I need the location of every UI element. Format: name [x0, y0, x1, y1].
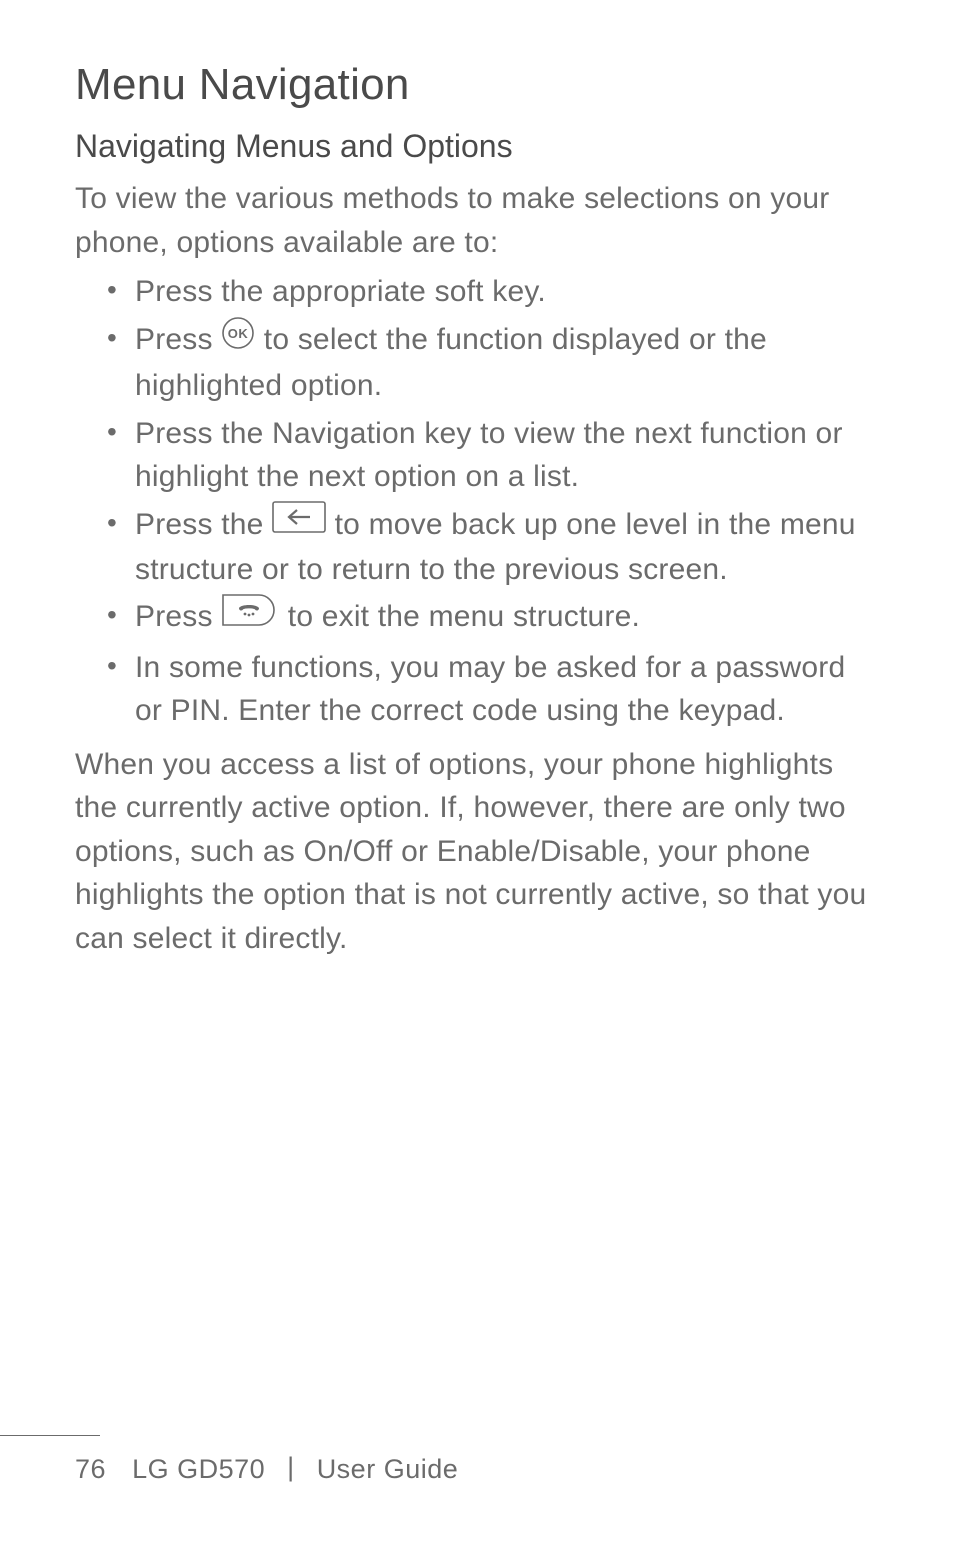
page-number: 76 — [75, 1454, 106, 1484]
list-text: to exit the menu structure. — [288, 601, 640, 634]
page-footer: 76 LG GD570 | User Guide — [0, 1435, 954, 1485]
end-key-icon — [221, 593, 279, 640]
product-name: LG GD570 — [132, 1454, 265, 1484]
back-key-icon — [272, 501, 326, 546]
footer-rule — [0, 1435, 100, 1436]
footer-separator: | — [287, 1452, 295, 1482]
list-text: Press — [135, 323, 221, 356]
list-item: Press the Navigation key to view the nex… — [135, 412, 874, 499]
list-text: In some functions, you may be asked for … — [135, 651, 845, 728]
bullet-list: Press the appropriate soft key. Press OK… — [75, 270, 884, 733]
ok-key-icon: OK — [221, 316, 255, 363]
page-title: Menu Navigation — [75, 60, 884, 110]
list-text: Press the appropriate soft key. — [135, 275, 546, 308]
list-item: In some functions, you may be asked for … — [135, 646, 874, 733]
list-item: Press the appropriate soft key. — [135, 270, 874, 314]
list-text: Press — [135, 601, 221, 634]
list-item: Press OK to select the function displaye… — [135, 318, 874, 408]
list-text: Press the Navigation key to view the nex… — [135, 417, 843, 494]
doc-title: User Guide — [317, 1454, 459, 1484]
list-item: Press the to move back up one level in t… — [135, 503, 874, 592]
list-item: Press to exit the menu structure. — [135, 595, 874, 642]
section-heading: Navigating Menus and Options — [75, 128, 884, 165]
intro-paragraph: To view the various methods to make sele… — [75, 177, 884, 264]
svg-text:OK: OK — [228, 326, 249, 341]
list-text: Press the — [135, 508, 272, 541]
manual-page: Menu Navigation Navigating Menus and Opt… — [0, 0, 954, 1557]
outro-paragraph: When you access a list of options, your … — [75, 743, 884, 961]
footer-text: 76 LG GD570 | User Guide — [0, 1454, 954, 1485]
